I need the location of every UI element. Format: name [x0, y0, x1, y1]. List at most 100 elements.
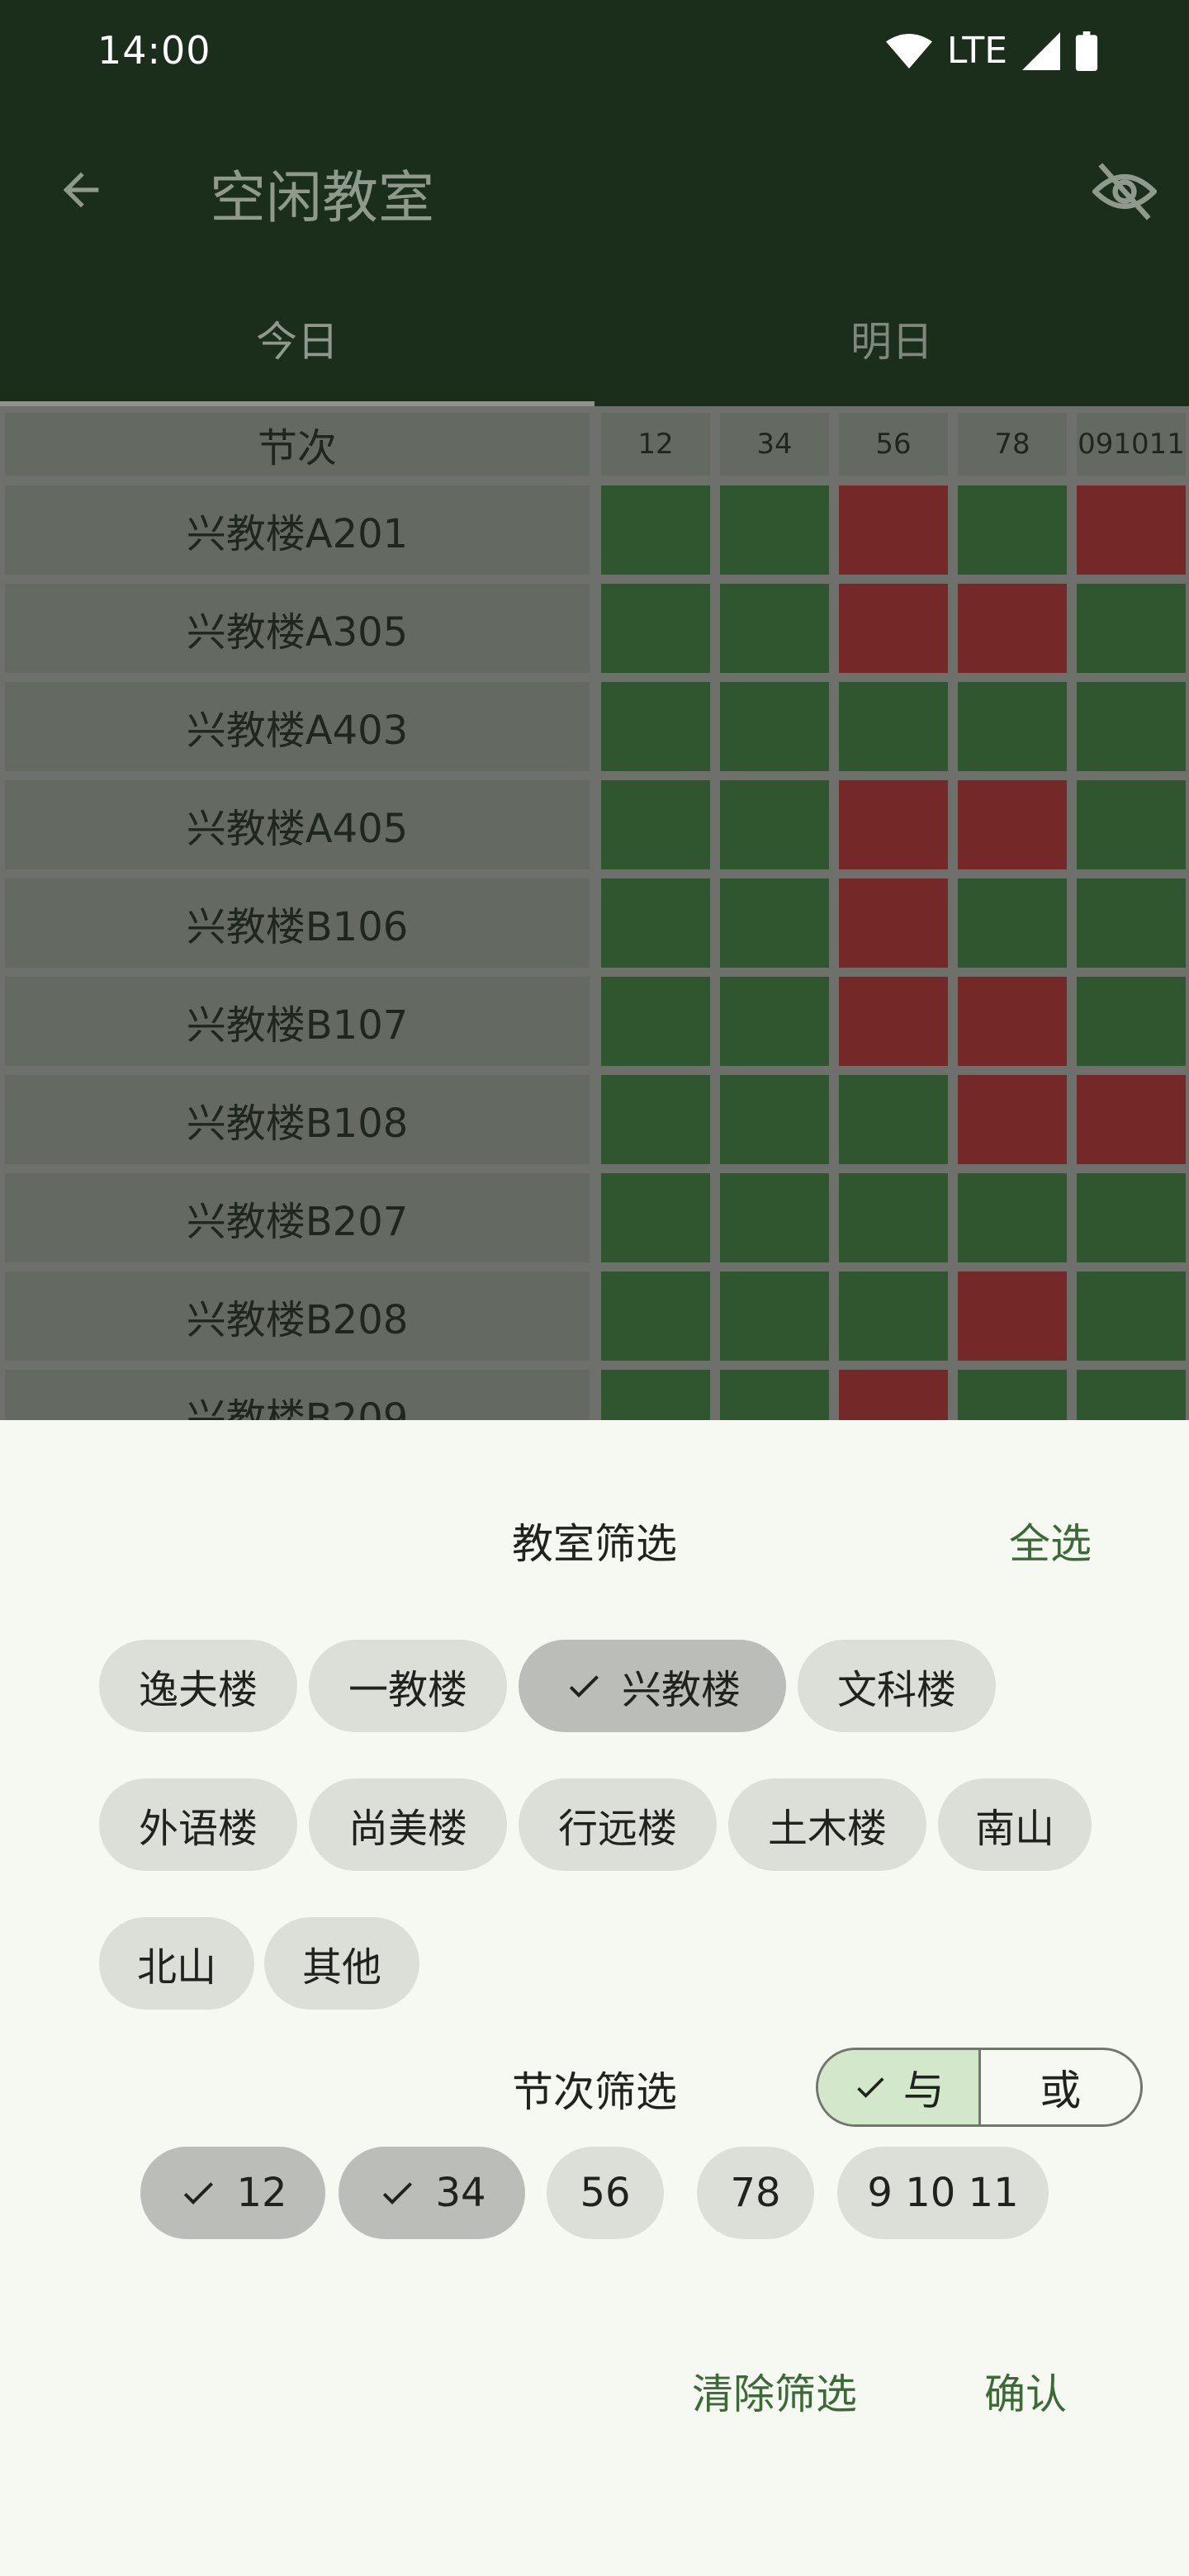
free-slot[interactable]: [839, 1173, 948, 1262]
filter-sheet: 教室筛选 全选 逸夫楼 一教楼 兴教楼 文科楼 外语楼 尚美楼 行远楼 土木楼 南山 北山 其他 节…: [0, 1420, 1189, 2576]
free-slot[interactable]: [958, 682, 1067, 771]
free-slot[interactable]: [601, 682, 710, 771]
battery-icon: [1075, 31, 1098, 71]
confirm-button[interactable]: 确认: [984, 2361, 1067, 2421]
free-slot[interactable]: [720, 1370, 829, 1420]
select-all-button[interactable]: 全选: [1009, 1511, 1092, 1570]
back-arrow-icon: [63, 172, 99, 208]
signal-icon: [1022, 31, 1060, 70]
period-chip-1[interactable]: 34: [339, 2147, 525, 2239]
back-button[interactable]: [46, 155, 116, 225]
logic-or-label: 或: [1040, 2067, 1082, 2114]
free-slot[interactable]: [1077, 1271, 1186, 1361]
free-slot[interactable]: [958, 878, 1067, 968]
free-slot[interactable]: [839, 1271, 948, 1361]
building-chip-9[interactable]: 北山: [99, 1917, 254, 2010]
chip-label: 尚美楼: [348, 1806, 467, 1852]
free-slot[interactable]: [601, 780, 710, 869]
occupied-slot[interactable]: [839, 977, 948, 1066]
free-slot[interactable]: [601, 977, 710, 1066]
period-header-label: 节次: [5, 413, 590, 476]
occupied-slot[interactable]: [839, 878, 948, 968]
free-slot[interactable]: [601, 1370, 710, 1420]
building-chip-6[interactable]: 行远楼: [519, 1778, 717, 1871]
free-slot[interactable]: [958, 1370, 1067, 1420]
free-slot[interactable]: [839, 682, 948, 771]
free-slot[interactable]: [958, 1173, 1067, 1262]
free-slot[interactable]: [720, 780, 829, 869]
free-slot[interactable]: [601, 584, 710, 673]
occupied-slot[interactable]: [958, 584, 1067, 673]
building-chip-5[interactable]: 尚美楼: [309, 1778, 507, 1871]
tab-tomorrow[interactable]: 明日: [594, 271, 1189, 406]
free-slot[interactable]: [958, 485, 1067, 575]
occupied-slot[interactable]: [1077, 1075, 1186, 1164]
free-slot[interactable]: [1077, 878, 1186, 968]
free-slot[interactable]: [601, 1173, 710, 1262]
free-slot[interactable]: [601, 1075, 710, 1164]
app-bar: 空闲教室: [0, 106, 1189, 271]
toggle-visibility-button[interactable]: [1085, 152, 1164, 231]
chip-label: 北山: [136, 1944, 216, 1991]
period-chip-0[interactable]: 12: [140, 2147, 325, 2239]
occupied-slot[interactable]: [839, 780, 948, 869]
occupied-slot[interactable]: [958, 1075, 1067, 1164]
free-slot[interactable]: [720, 1075, 829, 1164]
logic-and-label: 与: [902, 2067, 945, 2114]
free-slot[interactable]: [720, 878, 829, 968]
period-header-1: 34: [720, 413, 829, 476]
free-slot[interactable]: [720, 584, 829, 673]
building-chip-8[interactable]: 南山: [938, 1778, 1092, 1871]
chip-label: 78: [730, 2170, 781, 2216]
building-chip-4[interactable]: 外语楼: [99, 1778, 297, 1871]
building-chip-0[interactable]: 逸夫楼: [99, 1640, 297, 1732]
free-slot[interactable]: [601, 485, 710, 575]
period-chip-3[interactable]: 78: [697, 2147, 814, 2239]
occupied-slot[interactable]: [839, 1370, 948, 1420]
room-name: 兴教楼A405: [5, 780, 590, 869]
clear-filter-button[interactable]: 清除筛选: [692, 2361, 857, 2421]
free-slot[interactable]: [601, 1271, 710, 1361]
occupied-slot[interactable]: [1077, 485, 1186, 575]
chip-label: 9 10 11: [867, 2170, 1019, 2216]
occupied-slot[interactable]: [958, 977, 1067, 1066]
free-slot[interactable]: [720, 1271, 829, 1361]
free-slot[interactable]: [839, 1075, 948, 1164]
status-time: 14:00: [97, 28, 211, 73]
free-slot[interactable]: [1077, 682, 1186, 771]
building-chip-7[interactable]: 土木楼: [728, 1778, 926, 1871]
free-slot[interactable]: [720, 485, 829, 575]
free-slot[interactable]: [601, 878, 710, 968]
day-tabs: 今日 明日: [0, 271, 1189, 406]
free-slot[interactable]: [720, 682, 829, 771]
free-slot[interactable]: [1077, 1173, 1186, 1262]
logic-and-button[interactable]: 与: [818, 2050, 981, 2124]
check-icon: [569, 1675, 599, 1698]
building-chip-3[interactable]: 文科楼: [798, 1640, 996, 1732]
period-header-3: 78: [958, 413, 1067, 476]
page-title: 空闲教室: [210, 166, 435, 231]
occupied-slot[interactable]: [958, 780, 1067, 869]
building-chip-2[interactable]: 兴教楼: [519, 1640, 786, 1732]
eye-off-icon: [1092, 163, 1157, 220]
free-slot[interactable]: [720, 1173, 829, 1262]
occupied-slot[interactable]: [958, 1271, 1067, 1361]
free-slot[interactable]: [1077, 780, 1186, 869]
free-slot[interactable]: [720, 977, 829, 1066]
free-slot[interactable]: [1077, 1370, 1186, 1420]
free-slot[interactable]: [1077, 584, 1186, 673]
chip-label: 兴教楼: [621, 1667, 741, 1713]
building-chip-1[interactable]: 一教楼: [309, 1640, 507, 1732]
period-chip-4[interactable]: 9 10 11: [837, 2147, 1049, 2239]
tab-today[interactable]: 今日: [0, 271, 594, 406]
chip-label: 文科楼: [836, 1667, 956, 1713]
period-header-2: 56: [839, 413, 948, 476]
chip-label: 一教楼: [348, 1667, 467, 1713]
period-chip-2[interactable]: 56: [547, 2147, 664, 2239]
occupied-slot[interactable]: [839, 584, 948, 673]
period-filter-header: 节次筛选 与 或: [0, 2048, 1189, 2127]
logic-or-button[interactable]: 或: [981, 2050, 1141, 2124]
free-slot[interactable]: [1077, 977, 1186, 1066]
building-chip-10[interactable]: 其他: [264, 1917, 419, 2010]
occupied-slot[interactable]: [839, 485, 948, 575]
